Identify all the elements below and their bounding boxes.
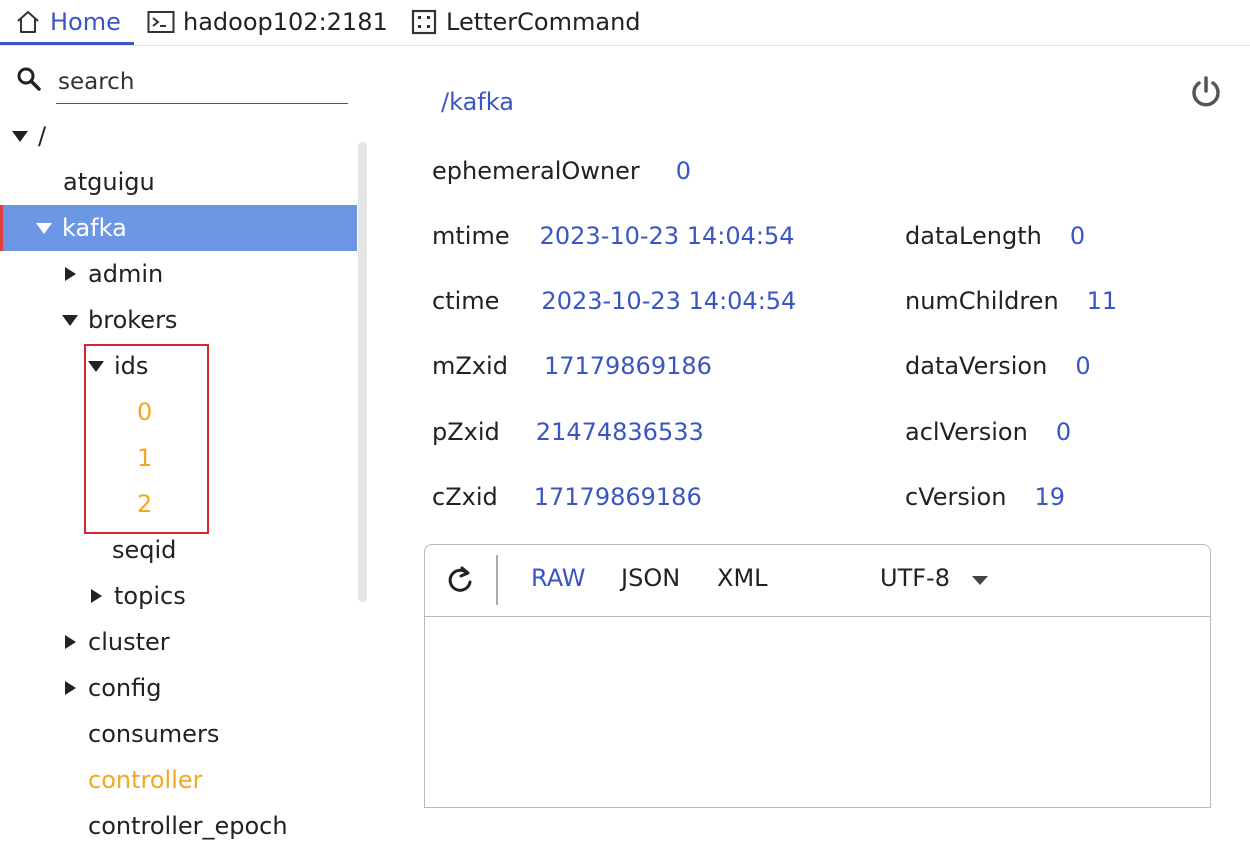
format-json-button[interactable]: JSON (621, 564, 680, 592)
viewer-toolbar: RAW JSON XML UTF-8 (425, 545, 1210, 617)
tree-node-controller_epoch[interactable]: controller_epoch (0, 803, 357, 849)
grid-icon (410, 8, 438, 36)
tree-node-label: cluster (88, 628, 170, 656)
tree-node-admin[interactable]: admin (0, 251, 357, 297)
caret-down-icon[interactable] (12, 130, 28, 142)
stat-data-length: dataLength 0 (905, 222, 1086, 250)
toolbar-divider (496, 555, 498, 605)
tree-node-topics[interactable]: topics (0, 573, 357, 619)
tab-home[interactable]: Home (14, 0, 121, 44)
tree-scrollbar[interactable] (358, 142, 367, 602)
tab-connection[interactable]: hadoop102:2181 (147, 0, 388, 44)
tree-node-root[interactable]: / (0, 113, 357, 159)
annotation-highlight-box (84, 344, 209, 534)
caret-right-icon[interactable] (91, 589, 102, 603)
tree-node-consumers[interactable]: consumers (0, 711, 357, 757)
caret-right-icon[interactable] (65, 267, 76, 281)
stat-czxid: cZxid 17179869186 (432, 483, 702, 511)
tree-node-label: config (88, 674, 162, 702)
stat-ctime: ctime 2023-10-23 14:04:54 (432, 287, 797, 315)
tree-node-kafka[interactable]: kafka (0, 205, 357, 251)
tab-bar: Home hadoop102:2181 LetterCommand (0, 0, 1250, 46)
caret-down-icon[interactable] (62, 314, 78, 326)
active-tab-indicator (0, 42, 134, 45)
tree-node-atguigu[interactable]: atguigu (0, 159, 357, 205)
tree-node-label: atguigu (63, 168, 155, 196)
tree-node-label: topics (114, 582, 186, 610)
home-icon (14, 8, 42, 36)
tree-node-label: admin (88, 260, 164, 288)
format-xml-button[interactable]: XML (717, 564, 768, 592)
tab-letter-command[interactable]: LetterCommand (410, 0, 641, 44)
tree-node-label: kafka (62, 214, 127, 242)
tree-node-brokers[interactable]: brokers (0, 297, 357, 343)
stat-data-version: dataVersion 0 (905, 352, 1091, 380)
caret-right-icon[interactable] (65, 681, 76, 695)
tree-node-label: / (38, 122, 47, 150)
search-icon (17, 67, 41, 91)
tab-home-label: Home (50, 8, 121, 36)
node-path: /kafka (441, 88, 514, 116)
tree-node-label: consumers (88, 720, 220, 748)
caret-right-icon[interactable] (65, 635, 76, 649)
tab-letter-command-label: LetterCommand (446, 8, 641, 36)
data-content-area[interactable] (425, 617, 1210, 807)
search-input[interactable] (56, 60, 348, 104)
tree-node-controller[interactable]: controller (0, 757, 357, 803)
encoding-select[interactable]: UTF-8 (880, 564, 950, 592)
data-viewer: RAW JSON XML UTF-8 (424, 544, 1211, 808)
tree-node-config[interactable]: config (0, 665, 357, 711)
stat-ephemeral-owner: ephemeralOwner 0 (432, 157, 692, 185)
tree-node-label: controller_epoch (88, 812, 288, 840)
refresh-icon[interactable] (445, 565, 475, 595)
terminal-icon (147, 8, 175, 36)
power-icon[interactable] (1188, 74, 1224, 110)
stat-mtime: mtime 2023-10-23 14:04:54 (432, 222, 795, 250)
tree-node-label: controller (88, 766, 203, 794)
tree-node-label: seqid (112, 536, 177, 564)
chevron-down-icon[interactable] (972, 576, 988, 585)
stat-acl-version: aclVersion 0 (905, 418, 1072, 446)
stat-pzxid: pZxid 21474836533 (432, 418, 704, 446)
tree-node-label: brokers (88, 306, 178, 334)
format-raw-button[interactable]: RAW (531, 564, 586, 592)
tree-node-cluster[interactable]: cluster (0, 619, 357, 665)
tab-connection-label: hadoop102:2181 (183, 8, 388, 36)
stat-num-children: numChildren 11 (905, 287, 1118, 315)
stat-c-version: cVersion 19 (905, 483, 1065, 511)
sidebar: /atguigukafkaadminbrokersids012seqidtopi… (0, 46, 370, 867)
stat-mzxid: mZxid 17179869186 (432, 352, 712, 380)
caret-down-icon[interactable] (36, 222, 52, 234)
